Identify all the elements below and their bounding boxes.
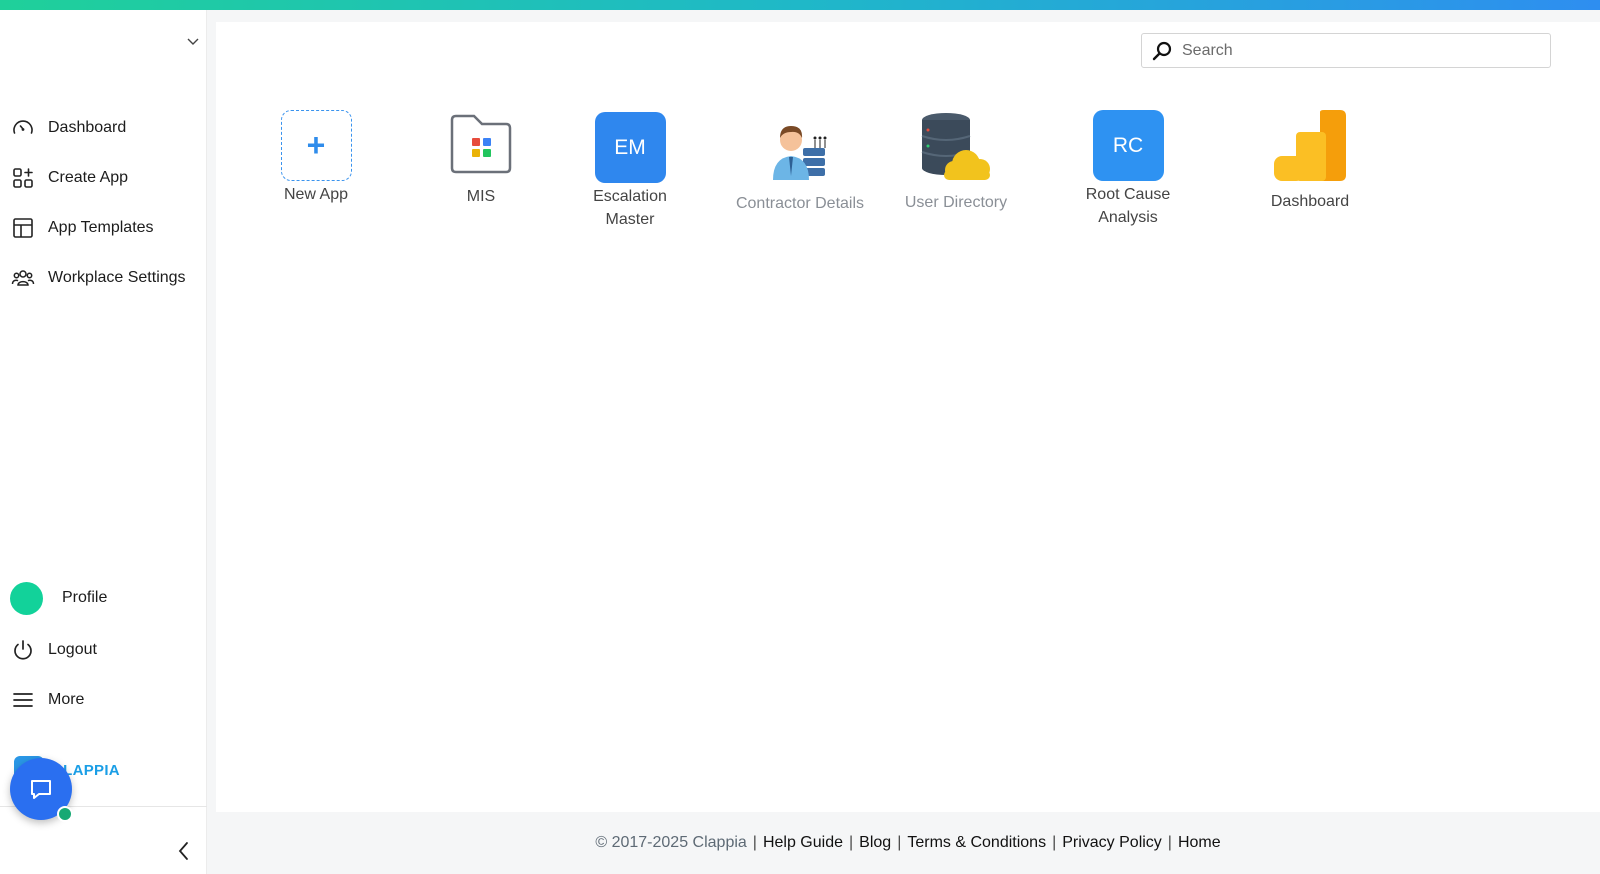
sidebar-item-label: Workplace Settings bbox=[48, 269, 186, 286]
footer-separator: | bbox=[849, 834, 854, 851]
footer-link-home[interactable]: Home bbox=[1178, 834, 1221, 852]
footer-separator: | bbox=[1167, 834, 1172, 851]
sidebar-item-profile[interactable]: Profile bbox=[10, 580, 107, 616]
search-icon bbox=[1152, 41, 1172, 60]
folder-icon bbox=[450, 114, 512, 174]
chat-bubble-icon bbox=[31, 780, 51, 799]
app-initials-tile: EM bbox=[594, 112, 666, 183]
top-gradient-bar bbox=[0, 0, 1600, 10]
sidebar-item-more[interactable]: More bbox=[10, 682, 84, 718]
app-label: New App bbox=[283, 186, 349, 203]
database-cloud-icon bbox=[921, 113, 990, 180]
footer-link-blog[interactable]: Blog bbox=[859, 834, 891, 852]
sidebar-item-dashboard[interactable]: Dashboard bbox=[10, 110, 126, 146]
sidebar-item-label: App Templates bbox=[48, 219, 154, 236]
sidebar-item-label: Logout bbox=[48, 641, 97, 658]
sidebar-item-label: Profile bbox=[62, 589, 108, 606]
gauge-icon bbox=[10, 115, 36, 141]
sidebar-item-workplace-settings[interactable]: Workplace Settings bbox=[10, 260, 186, 296]
app-root-cause-analysis[interactable]: RC Root Cause Analysis bbox=[1078, 110, 1178, 229]
sidebar-item-label: Dashboard bbox=[48, 119, 127, 136]
plus-icon: + bbox=[280, 110, 352, 181]
workspace-chevron-down-icon[interactable] bbox=[186, 34, 200, 48]
app-mis[interactable]: MIS bbox=[436, 112, 526, 208]
app-escalation-master[interactable]: EM Escalation Master bbox=[580, 112, 680, 231]
chat-button[interactable] bbox=[10, 758, 73, 822]
sidebar-item-app-templates[interactable]: App Templates bbox=[10, 210, 154, 246]
menu-icon bbox=[10, 687, 36, 713]
contractor-illustration-icon bbox=[773, 126, 827, 180]
sidebar: Dashboard Create App App Templates Workp… bbox=[0, 10, 207, 874]
layout-icon bbox=[10, 215, 36, 241]
footer: © 2017-2025 Clappia | Help Guide | Blog … bbox=[216, 812, 1600, 874]
app-contractor-details[interactable]: Contractor Details bbox=[730, 110, 870, 215]
app-initials-tile: RC bbox=[1092, 110, 1164, 181]
search-box[interactable] bbox=[1141, 33, 1551, 68]
main-content: + New App MIS EM Escalation Master bbox=[216, 22, 1600, 812]
sidebar-item-label: More bbox=[48, 691, 85, 708]
app-label: MIS bbox=[466, 188, 496, 205]
app-label: Escalation Master bbox=[593, 188, 667, 228]
analytics-chart-icon bbox=[1274, 110, 1346, 181]
users-icon bbox=[10, 265, 36, 291]
sidebar-item-label: Create App bbox=[48, 169, 129, 186]
grid-plus-icon bbox=[10, 165, 36, 191]
app-dashboard[interactable]: Dashboard bbox=[1260, 110, 1360, 213]
collapse-sidebar-chevron-left-icon[interactable] bbox=[174, 840, 194, 862]
footer-separator: | bbox=[752, 834, 757, 851]
online-status-dot bbox=[57, 806, 73, 822]
footer-separator: | bbox=[897, 834, 902, 851]
avatar bbox=[10, 581, 43, 615]
footer-link-terms[interactable]: Terms & Conditions bbox=[907, 834, 1046, 852]
sidebar-item-create-app[interactable]: Create App bbox=[10, 160, 128, 196]
copyright-text: © 2017-2025 Clappia bbox=[595, 834, 747, 851]
app-new-app[interactable]: + New App bbox=[276, 110, 356, 206]
search-input[interactable] bbox=[1182, 41, 1532, 60]
footer-link-privacy[interactable]: Privacy Policy bbox=[1062, 834, 1162, 852]
app-label: Contractor Details bbox=[735, 195, 865, 212]
app-label: User Directory bbox=[904, 194, 1008, 211]
power-icon bbox=[10, 637, 36, 663]
app-user-directory[interactable]: User Directory bbox=[896, 112, 1016, 214]
footer-separator: | bbox=[1052, 834, 1057, 851]
footer-link-help-guide[interactable]: Help Guide bbox=[763, 834, 843, 852]
app-label: Dashboard bbox=[1270, 193, 1350, 210]
app-label: Root Cause Analysis bbox=[1085, 186, 1171, 226]
sidebar-item-logout[interactable]: Logout bbox=[10, 632, 97, 668]
